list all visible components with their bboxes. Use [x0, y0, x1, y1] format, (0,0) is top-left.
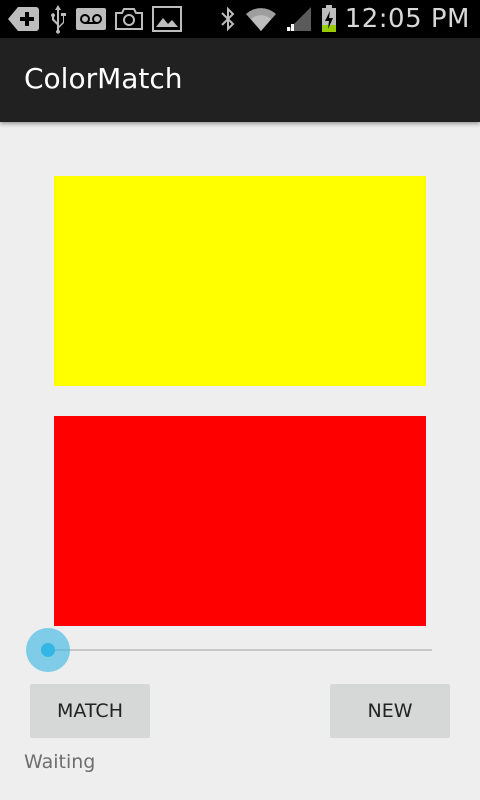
color-slider[interactable] [26, 628, 436, 672]
status-text: Waiting [24, 751, 96, 773]
bluetooth-icon [219, 5, 237, 33]
new-button[interactable]: NEW [330, 684, 450, 738]
camera-icon [114, 7, 144, 31]
slider-track [48, 649, 432, 651]
app-title: ColorMatch [24, 62, 183, 95]
target-color-swatch [54, 176, 426, 386]
match-button[interactable]: MATCH [30, 684, 150, 738]
add-icon [6, 5, 40, 33]
slider-thumb[interactable] [41, 643, 55, 657]
status-bar: 12:05 PM [0, 0, 480, 38]
system-icons: 12:05 PM [219, 0, 470, 38]
gallery-icon [152, 6, 182, 32]
action-bar: ColorMatch [0, 38, 480, 122]
notification-icons [6, 3, 182, 35]
wifi-icon [245, 6, 277, 32]
current-color-swatch [54, 416, 426, 626]
usb-icon [48, 4, 68, 34]
signal-icon [285, 6, 313, 32]
clock: 12:05 PM [344, 4, 470, 34]
battery-charging-icon [321, 5, 337, 33]
voicemail-icon [76, 8, 106, 30]
